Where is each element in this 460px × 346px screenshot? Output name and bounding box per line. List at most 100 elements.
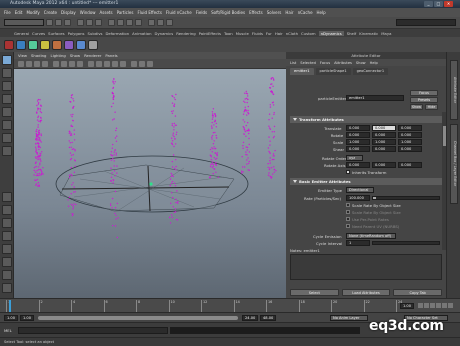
shelf-tab-custom[interactable]: Custom — [301, 31, 316, 36]
menu-soft-rigid-bodies[interactable]: Soft/Rigid Bodies — [211, 10, 245, 15]
shadows-icon[interactable] — [120, 60, 126, 67]
panel-menu-shading[interactable]: Shading — [31, 53, 46, 58]
menu-particles[interactable]: Particles — [117, 10, 134, 15]
time-slider[interactable]: 124681012141618202224 1.00 — [0, 298, 460, 312]
shelf-tab-kinematic[interactable]: Kinematic — [359, 31, 378, 36]
persp-graph-icon[interactable] — [2, 231, 12, 241]
rate-slider-handle[interactable] — [373, 197, 376, 199]
field-icon[interactable] — [64, 39, 74, 50]
scale-x-field[interactable]: 1.000 — [346, 139, 370, 145]
panel-menu-renderer[interactable]: Renderer — [84, 53, 101, 58]
menu-ncache[interactable]: nCache — [298, 10, 313, 15]
scale-y-field[interactable]: 1.000 — [372, 139, 396, 145]
playback-start-field[interactable]: 1.00 — [20, 315, 34, 321]
shelf-tab-animation[interactable]: Animation — [132, 31, 151, 36]
menu-fluid-effects[interactable]: Fluid Effects — [137, 10, 161, 15]
shelf-tab-fluids[interactable]: Fluids — [252, 31, 263, 36]
shelf-tab-painteffects[interactable]: PaintEffects — [199, 31, 221, 36]
cache-icon[interactable] — [88, 39, 98, 50]
select-component-icon[interactable] — [95, 19, 102, 26]
panel-menu-lighting[interactable]: Lighting — [50, 53, 65, 58]
menu-assets[interactable]: Assets — [100, 10, 113, 15]
menu-display[interactable]: Display — [61, 10, 76, 15]
menu-hair[interactable]: Hair — [285, 10, 293, 15]
presets-button[interactable]: Presets — [410, 97, 438, 103]
ae-menu-show[interactable]: Show — [356, 61, 366, 65]
single-view-icon[interactable] — [2, 192, 12, 202]
new-scene-icon[interactable] — [46, 19, 53, 26]
shelf-tab-dynamics[interactable]: Dynamics — [155, 31, 174, 36]
shelf-tab-shelf[interactable]: Shelf — [347, 31, 357, 36]
close-button[interactable]: ✕ — [444, 1, 453, 7]
shelf-tab-ncloth[interactable]: nCloth — [286, 31, 298, 36]
collider-icon[interactable] — [52, 39, 62, 50]
shelf-tab-rendering[interactable]: Rendering — [176, 31, 195, 36]
menu-help[interactable]: Help — [317, 10, 326, 15]
last-tool-icon[interactable] — [2, 146, 12, 156]
render-layout-icon[interactable] — [2, 270, 12, 280]
panel-menu-view[interactable]: View — [18, 53, 27, 58]
lasso-tool-icon[interactable] — [2, 68, 12, 78]
rate-field[interactable]: 100.000 — [346, 195, 370, 201]
four-view-icon[interactable] — [2, 205, 12, 215]
focus-button[interactable]: Focus — [410, 90, 438, 96]
emitter-marker[interactable] — [149, 182, 153, 186]
minimize-button[interactable]: _ — [424, 1, 433, 7]
play-forward-icon[interactable] — [436, 303, 441, 308]
translate-x-field[interactable]: 0.000 — [346, 125, 370, 131]
cycle-interval-field[interactable]: 1 — [346, 240, 370, 246]
panel-menu-panels[interactable]: Panels — [105, 53, 117, 58]
menu-effects[interactable]: Effects — [249, 10, 263, 15]
select-hierarchy-icon[interactable] — [77, 19, 84, 26]
checkbox-0[interactable] — [346, 203, 350, 207]
notes-field[interactable] — [290, 254, 442, 280]
paint-select-icon[interactable] — [2, 81, 12, 91]
shelf-tab-hair[interactable]: Hair — [275, 31, 283, 36]
node-tab-geoconnector1[interactable]: geoConnector1 — [352, 68, 389, 75]
snap-grid-icon[interactable] — [108, 19, 115, 26]
rotate-axis-y[interactable]: 0.000 — [372, 162, 396, 168]
scale-z-field[interactable]: 1.000 — [398, 139, 422, 145]
panel-menu-show[interactable]: Show — [70, 53, 80, 58]
checkbox-1[interactable] — [346, 210, 350, 214]
shelf-tab-subdivs[interactable]: Subdivs — [88, 31, 103, 36]
ae-menu-list[interactable]: List — [290, 61, 296, 65]
shelf-tab-polygons[interactable]: Polygons — [68, 31, 85, 36]
side-tab-channel-box[interactable]: Channel Box / Layer Editor — [450, 124, 458, 204]
shear-y-field[interactable]: 0.000 — [372, 146, 396, 152]
transform-section-header[interactable]: Transform Attributes — [290, 116, 442, 123]
select-button[interactable]: Select — [290, 289, 339, 296]
menu-file[interactable]: File — [4, 10, 11, 15]
emitter-icon[interactable] — [40, 39, 50, 50]
ipr-render-icon[interactable] — [157, 19, 164, 26]
quick-search-field[interactable] — [396, 19, 456, 26]
checkbox-3[interactable] — [346, 224, 350, 228]
rotate-axis-x[interactable]: 0.000 — [346, 162, 370, 168]
ae-menu-focus[interactable]: Focus — [320, 61, 330, 65]
menu-create[interactable]: Create — [44, 10, 57, 15]
select-object-icon[interactable] — [86, 19, 93, 26]
ae-menu-help[interactable]: Help — [370, 61, 378, 65]
image-plane-icon[interactable] — [42, 60, 48, 67]
open-scene-icon[interactable] — [55, 19, 62, 26]
end-time-field[interactable]: 48.00 — [260, 315, 276, 321]
gate-mask-icon[interactable] — [77, 60, 83, 67]
shelf-menu-icon[interactable] — [4, 39, 14, 50]
menu-set-dropdown[interactable] — [4, 19, 44, 26]
emitter-type-dropdown[interactable]: Directional — [346, 187, 374, 193]
cycle-emission-dropdown[interactable]: None (timeRandom off) — [346, 233, 396, 239]
shelf-tab-general[interactable]: General — [14, 31, 29, 36]
node-tab-emitter1[interactable]: emitter1 — [290, 68, 314, 75]
lights-icon[interactable] — [112, 60, 118, 67]
render-settings-icon[interactable] — [166, 19, 173, 26]
smooth-shade-icon[interactable] — [96, 60, 102, 67]
shelf-tab-muscle[interactable]: Muscle — [236, 31, 249, 36]
hq-render-icon[interactable] — [147, 60, 153, 67]
camera-select-icon[interactable] — [18, 60, 24, 67]
bookmark-icon[interactable] — [34, 60, 40, 67]
node-name-field[interactable]: emitter1 — [346, 95, 404, 101]
save-scene-icon[interactable] — [64, 19, 71, 26]
menu-modify[interactable]: Modify — [26, 10, 39, 15]
shelf-tab-curves[interactable]: Curves — [32, 31, 45, 36]
go-to-start-icon[interactable] — [418, 303, 423, 308]
